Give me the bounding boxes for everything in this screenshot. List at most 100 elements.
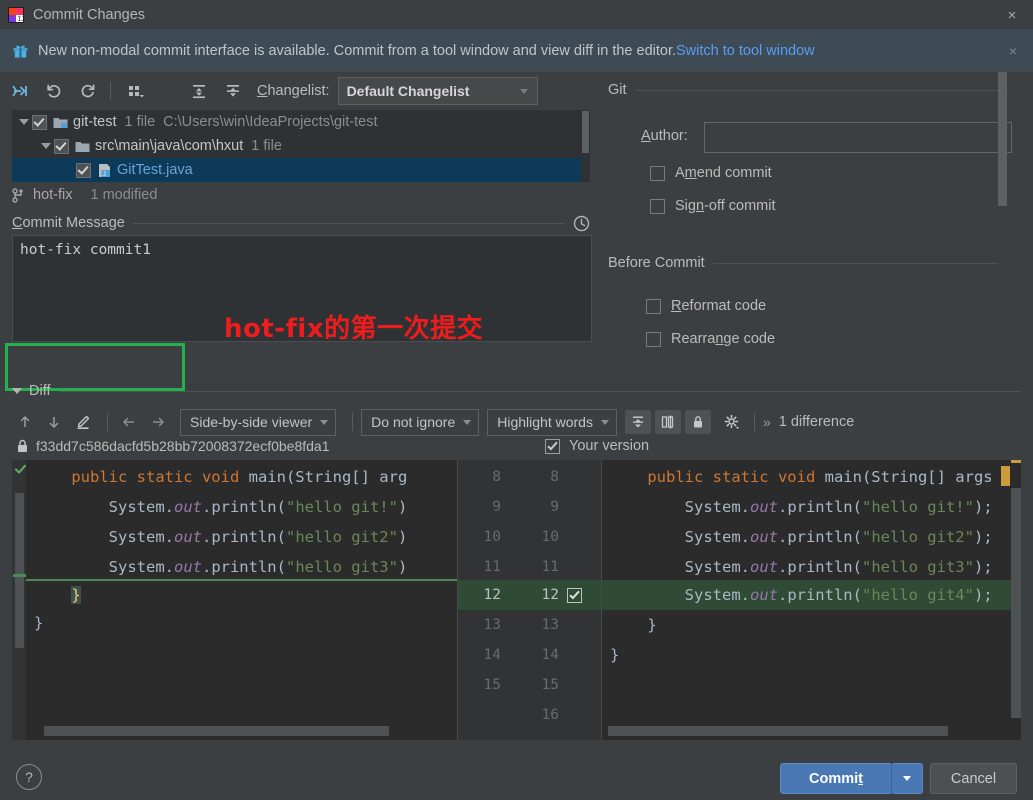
- next-difference-icon[interactable]: [41, 410, 67, 434]
- signoff-commit-checkbox-row[interactable]: Sign-off commit: [650, 196, 776, 216]
- edit-source-icon[interactable]: [70, 410, 96, 434]
- accept-right-icon[interactable]: [145, 410, 171, 434]
- viewer-mode-combobox[interactable]: Side-by-side viewer: [180, 408, 337, 436]
- diff-pane-right[interactable]: public static void main(String[] args Sy…: [602, 460, 1021, 740]
- chevron-down-icon[interactable]: [12, 388, 22, 394]
- line-number-right: 14: [541, 647, 559, 663]
- diff-right-header[interactable]: Your version: [545, 434, 649, 458]
- lock-icon: [16, 439, 29, 453]
- diff-pane-left[interactable]: public static void main(String[] arg Sys…: [12, 460, 457, 740]
- diff-right-hscrollbar[interactable]: [608, 726, 948, 736]
- author-label: Author:: [641, 128, 688, 144]
- file-checkbox[interactable]: [32, 114, 47, 130]
- tree-expander[interactable]: [16, 114, 32, 130]
- accept-change-checkbox[interactable]: [567, 588, 582, 603]
- cancel-button[interactable]: Cancel: [930, 763, 1017, 794]
- highlight-mode-combobox[interactable]: Highlight words: [487, 408, 617, 436]
- options-scrollbar-thumb[interactable]: [998, 72, 1007, 206]
- revision-hash: f33dd7c586dacfd5b28bb72008372ecf0be8fda1: [36, 438, 330, 454]
- diff-scroll-marker: [1011, 460, 1021, 463]
- highlight-mode-value: Highlight words: [497, 414, 593, 430]
- reformat-code-checkbox[interactable]: [646, 298, 661, 314]
- file-checkbox[interactable]: [76, 162, 91, 178]
- rearrange-code-checkbox-row[interactable]: Rearrange code: [646, 329, 775, 349]
- folder-icon: [75, 140, 90, 153]
- table-row[interactable]: J GitTest.java: [12, 158, 590, 182]
- collapse-all-icon[interactable]: [219, 78, 247, 104]
- divider: [132, 222, 565, 224]
- expand-all-icon[interactable]: [185, 78, 213, 104]
- line-number-right: 8: [550, 469, 559, 485]
- diff-left-hscrollbar[interactable]: [44, 726, 389, 736]
- tree-item-count: 1 file: [124, 114, 156, 130]
- group-by-icon[interactable]: [123, 78, 151, 104]
- file-checkbox[interactable]: [54, 138, 69, 154]
- prev-difference-icon[interactable]: [12, 410, 38, 434]
- branch-modified-count: 1 modified: [90, 187, 158, 203]
- divider: [457, 460, 458, 740]
- diff-right-scrollbar-thumb[interactable]: [1011, 488, 1021, 718]
- notification-close-button[interactable]: ×: [1003, 41, 1023, 61]
- diff-section-header[interactable]: Diff: [12, 380, 1021, 402]
- toolbar-overflow-button[interactable]: »: [763, 414, 771, 430]
- reformat-code-checkbox-row[interactable]: Reformat code: [646, 296, 766, 316]
- svg-text:J: J: [103, 171, 107, 178]
- tree-scrollbar[interactable]: [581, 110, 590, 182]
- author-field[interactable]: [704, 122, 1012, 153]
- branch-icon: [12, 187, 26, 203]
- window-title: Commit Changes: [33, 6, 146, 23]
- help-button[interactable]: ?: [16, 764, 42, 790]
- amend-commit-label: Amend commit: [675, 165, 772, 181]
- collapse-unchanged-icon[interactable]: [624, 410, 651, 434]
- read-only-lock-icon[interactable]: [684, 410, 711, 434]
- diff-left-status-strip[interactable]: [12, 460, 26, 740]
- table-row[interactable]: src\main\java\com\hxut 1 file: [12, 134, 590, 158]
- changelist-combobox[interactable]: Default Changelist: [337, 77, 538, 105]
- divider: [712, 262, 1008, 264]
- line-number-right: 12: [541, 587, 559, 603]
- code-line: System.out.println("hello git4");: [610, 586, 993, 604]
- toolbar-divider: [352, 413, 354, 431]
- line-number-left: 10: [483, 529, 501, 545]
- git-group-title: Git: [608, 82, 627, 98]
- changed-files-tree[interactable]: git-test 1 file C:\Users\win\IdeaProject…: [12, 110, 590, 182]
- whitespace-mode-combobox[interactable]: Do not ignore: [361, 408, 480, 436]
- tree-item-name: src\main\java\com\hxut: [95, 138, 244, 154]
- git-group-header: Git: [608, 82, 1008, 98]
- notification-banner: New non-modal commit interface is availa…: [0, 29, 1033, 72]
- changelist-label: Changelist:: [257, 83, 330, 99]
- signoff-commit-checkbox[interactable]: [650, 198, 665, 214]
- code-line: public static void main(String[] arg: [71, 468, 408, 486]
- tree-item-name: git-test: [73, 114, 117, 130]
- tree-scrollbar-thumb[interactable]: [582, 111, 589, 153]
- commit-options-dropdown[interactable]: [891, 763, 923, 794]
- reformat-code-label: Reformat code: [671, 298, 767, 314]
- amend-commit-checkbox-row[interactable]: Amend commit: [650, 163, 772, 183]
- switch-to-tool-window-link[interactable]: Switch to tool window: [676, 43, 815, 59]
- diff-settings-gear-icon[interactable]: [719, 410, 745, 434]
- rearrange-code-checkbox[interactable]: [646, 331, 661, 347]
- refresh-icon[interactable]: [74, 78, 102, 104]
- diff-left-scrollbar-thumb[interactable]: [15, 493, 24, 648]
- clock-history-icon[interactable]: [573, 215, 590, 232]
- table-row[interactable]: git-test 1 file C:\Users\win\IdeaProject…: [12, 110, 590, 134]
- before-commit-group-title: Before Commit: [608, 255, 705, 271]
- rollback-icon[interactable]: [6, 78, 34, 104]
- your-version-checkbox[interactable]: [545, 438, 560, 454]
- commit-button[interactable]: Commi t: [780, 763, 892, 794]
- toolbar-divider: [107, 413, 108, 431]
- synchronize-scroll-icon[interactable]: [654, 410, 681, 434]
- options-scrollbar[interactable]: [998, 72, 1007, 284]
- text-caret: [1001, 466, 1010, 486]
- code-line: System.out.println("hello git2"): [34, 528, 408, 546]
- accept-left-icon[interactable]: [116, 410, 142, 434]
- undo-icon[interactable]: [40, 78, 68, 104]
- amend-commit-checkbox[interactable]: [650, 165, 665, 181]
- line-number-right: 15: [541, 677, 559, 693]
- toolbar-divider: [110, 82, 111, 100]
- window-close-button[interactable]: ×: [1001, 5, 1023, 25]
- tree-expander[interactable]: [38, 138, 54, 154]
- code-line: System.out.println("hello git!");: [610, 498, 993, 516]
- code-line: }: [34, 614, 44, 632]
- difference-count-label: 1 difference: [778, 414, 855, 430]
